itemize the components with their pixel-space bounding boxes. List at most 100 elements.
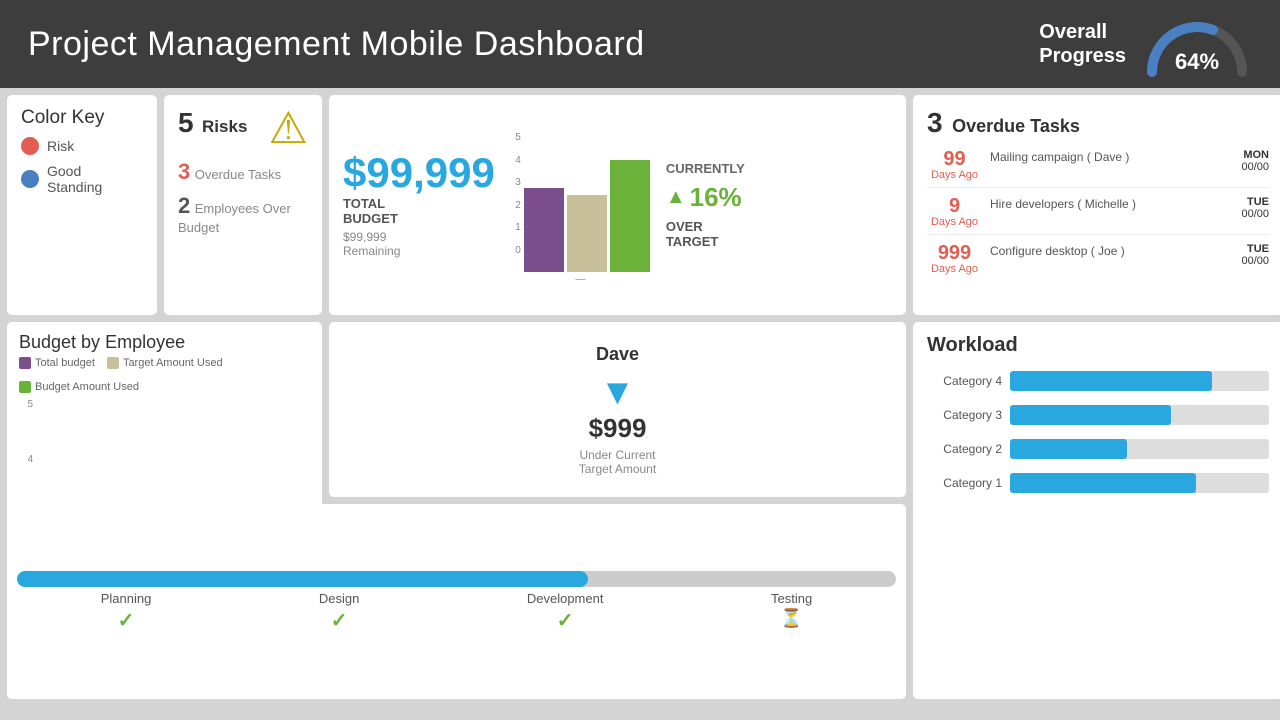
phase-design: Design ✓ xyxy=(319,591,359,633)
legend-label-budget: Budget Amount Used xyxy=(35,381,139,393)
color-key-risk: Risk xyxy=(21,137,143,155)
od-date-3: TUE 00/00 xyxy=(1219,243,1269,267)
workload-bar-wrap-4 xyxy=(1010,371,1269,391)
mini-bar-green xyxy=(610,160,650,272)
budget-stats-card: $99,999 TOTALBUDGET $99,999Remaining 012… xyxy=(329,95,906,315)
overdue-item-3: 999 Days Ago Configure desktop ( Joe ) T… xyxy=(927,243,1269,281)
phases-fill xyxy=(17,571,588,587)
phase-testing-icon: ⏳ xyxy=(780,608,802,629)
mini-chart-label: — xyxy=(511,274,650,285)
od-days-2: 9 Days Ago xyxy=(927,196,982,228)
gauge: 64% xyxy=(1142,12,1252,77)
workload-card: Workload Category 4 Category 3 Category … xyxy=(913,322,1280,699)
risk-dot xyxy=(21,137,39,155)
mini-bar-purple xyxy=(524,188,564,272)
good-dot xyxy=(21,170,39,188)
budget-label: TOTALBUDGET xyxy=(343,196,495,226)
workload-bar-3 xyxy=(1010,405,1171,425)
workload-bar-4 xyxy=(1010,371,1212,391)
phase-planning: Planning ✓ xyxy=(101,591,152,633)
phase-development-check: ✓ xyxy=(557,608,574,633)
overdue-row: 3 Overdue Tasks xyxy=(178,159,308,185)
legend-label-total: Total budget xyxy=(35,357,95,369)
od-desc-3: Configure desktop ( Joe ) xyxy=(990,243,1211,260)
overdue-item-2: 9 Days Ago Hire developers ( Michelle ) … xyxy=(927,196,1269,235)
risk-count-wrap: 5 Risks xyxy=(178,107,247,139)
overdue-total-label: Overdue Tasks xyxy=(952,116,1080,136)
risks-card: 5 Risks ⚠ 3 Overdue Tasks 2 Employees Ov… xyxy=(164,95,322,315)
od-day-3: TUE xyxy=(1219,243,1269,255)
budget-detail-card: Dave ▼ $999 Under CurrentTarget Amount xyxy=(329,322,906,497)
phase-testing-name: Testing xyxy=(771,591,812,606)
dave-amount: $999 xyxy=(579,413,656,444)
budget-left: $99,999 TOTALBUDGET $99,999Remaining xyxy=(343,152,495,258)
currently-pct-wrap: ▲ 16% xyxy=(666,182,745,213)
legend-target: Target Amount Used xyxy=(107,357,223,369)
color-key-good: GoodStanding xyxy=(21,163,143,195)
workload-bar-wrap-1 xyxy=(1010,473,1269,493)
legend-dot-total xyxy=(19,357,31,369)
color-key-title: Color Key xyxy=(21,107,143,129)
phases-card: Planning ✓ Design ✓ Development ✓ Testin… xyxy=(7,504,906,699)
workload-label-4: Category 4 xyxy=(927,374,1002,388)
od-day-2: TUE xyxy=(1219,196,1269,208)
od-date-num-3: 00/00 xyxy=(1219,255,1269,267)
dave-name: Dave xyxy=(579,344,656,365)
mini-yaxis: 012345 xyxy=(511,132,521,272)
budget-remaining: $99,999Remaining xyxy=(343,230,495,258)
od-days-num-1: 99 xyxy=(927,149,982,169)
employees-label: Employees Over Budget xyxy=(178,201,291,235)
od-date-num-2: 00/00 xyxy=(1219,208,1269,220)
risks-label: Risks xyxy=(202,117,247,136)
overdue-tasks-card: 3 Overdue Tasks 99 Days Ago Mailing camp… xyxy=(913,95,1280,315)
workload-label-3: Category 3 xyxy=(927,408,1002,422)
overdue-item-1: 99 Days Ago Mailing campaign ( Dave ) MO… xyxy=(927,149,1269,188)
risk-count: 5 xyxy=(178,107,194,138)
phase-development-name: Development xyxy=(527,591,604,606)
warning-icon: ⚠ xyxy=(269,107,308,151)
workload-bar-wrap-3 xyxy=(1010,405,1269,425)
phases-progress-bar xyxy=(17,571,896,587)
workload-label-1: Category 1 xyxy=(927,476,1002,490)
phases-wrap: Planning ✓ Design ✓ Development ✓ Testin… xyxy=(17,571,896,633)
legend-label-target: Target Amount Used xyxy=(123,357,223,369)
workload-row-4: Category 4 xyxy=(927,371,1269,391)
od-days-1: 99 Days Ago xyxy=(927,149,982,181)
gauge-value: 64% xyxy=(1175,49,1219,75)
phase-planning-check: ✓ xyxy=(118,608,135,633)
dave-section: Dave ▼ $999 Under CurrentTarget Amount xyxy=(579,344,656,476)
budget-amount: $99,999 xyxy=(343,152,495,194)
phase-design-check: ✓ xyxy=(331,608,348,633)
overdue-count: 3 xyxy=(178,159,190,184)
od-days-num-3: 999 xyxy=(927,243,982,263)
od-date-num-1: 00/00 xyxy=(1219,161,1269,173)
employees-count: 2 xyxy=(178,193,190,218)
phase-planning-name: Planning xyxy=(101,591,152,606)
overdue-total-count: 3 xyxy=(927,107,943,138)
target-label: OVERTARGET xyxy=(666,219,745,249)
workload-row-2: Category 2 xyxy=(927,439,1269,459)
workload-bar-2 xyxy=(1010,439,1127,459)
od-days-num-2: 9 xyxy=(927,196,982,216)
od-date-2: TUE 00/00 xyxy=(1219,196,1269,220)
phase-design-name: Design xyxy=(319,591,359,606)
risk-header: 5 Risks ⚠ xyxy=(178,107,308,151)
currently-pct: 16% xyxy=(690,182,742,213)
budget-chart-legend: Total budget Target Amount Used Budget A… xyxy=(19,357,310,393)
overall-progress: OverallProgress 64% xyxy=(1039,12,1252,77)
workload-row-3: Category 3 xyxy=(927,405,1269,425)
overdue-label: Overdue Tasks xyxy=(195,167,281,182)
legend-total: Total budget xyxy=(19,357,95,369)
page-title: Project Management Mobile Dashboard xyxy=(28,25,645,64)
budget-chart-title: Budget by Employee xyxy=(19,332,310,353)
workload-label-2: Category 2 xyxy=(927,442,1002,456)
mini-bars: 012345 xyxy=(511,132,650,272)
od-day-1: MON xyxy=(1219,149,1269,161)
good-label: GoodStanding xyxy=(47,163,102,195)
up-arrow-icon: ▲ xyxy=(666,186,686,209)
legend-dot-target xyxy=(107,357,119,369)
od-days-lbl-1: Days Ago xyxy=(927,169,982,181)
mini-bar-tan xyxy=(567,195,607,272)
od-days-lbl-3: Days Ago xyxy=(927,263,982,275)
legend-dot-budget xyxy=(19,381,31,393)
